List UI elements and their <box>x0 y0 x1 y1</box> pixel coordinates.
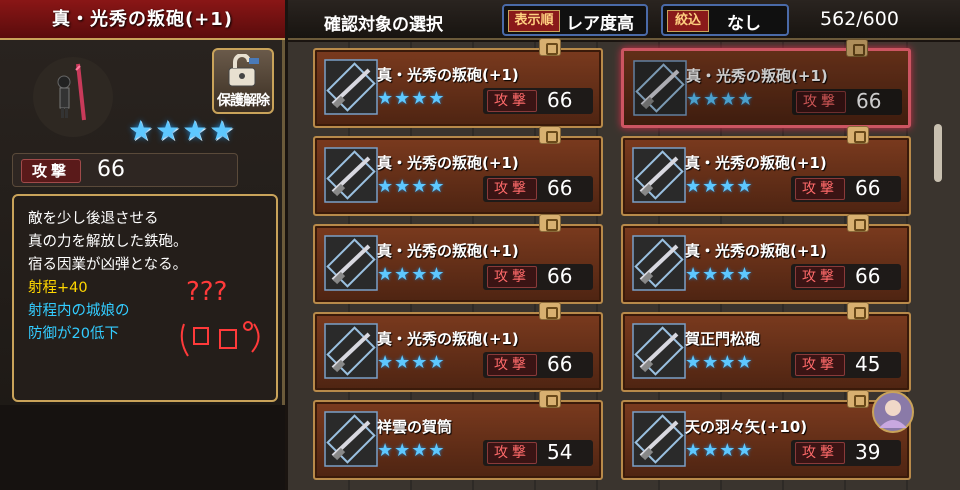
attack-value: 66 <box>547 264 573 288</box>
scribble-question-marks: ??? <box>186 277 227 307</box>
unlock-label: 保護解除 <box>217 93 270 109</box>
lock-icon <box>539 126 561 144</box>
lock-icon <box>847 126 869 144</box>
attack-value: 66 <box>855 176 881 200</box>
attack-value: 66 <box>547 352 573 376</box>
weapon-icon <box>324 235 378 291</box>
weapon-icon <box>633 60 687 116</box>
weapon-icon <box>632 235 686 291</box>
weapon-card[interactable]: 天の羽々矢(+10) ★★★★ 攻撃 39 <box>621 390 914 480</box>
weapon-name: 真・光秀の叛砲(+1) <box>685 242 827 260</box>
weapon-name: 真・光秀の叛砲(+1) <box>377 66 519 84</box>
weapon-name: 天の羽々矢(+10) <box>685 418 808 436</box>
sort-value: レア度高 <box>566 14 634 34</box>
item-count: 562/600 <box>820 8 899 30</box>
lock-icon <box>539 38 561 56</box>
weapon-portrait <box>18 52 128 142</box>
sort-order-button[interactable]: 表示順 レア度高 <box>502 4 648 36</box>
attack-label: 攻撃 <box>795 354 845 376</box>
attack-label: 攻撃 <box>487 178 537 200</box>
weapon-icon <box>324 411 378 467</box>
attack-value: 66 <box>97 157 125 182</box>
weapon-card[interactable]: 祥雲の賀筒 ★★★★ 攻撃 54 <box>313 390 603 480</box>
attack-label: 攻撃 <box>487 266 537 288</box>
lock-icon <box>539 390 561 408</box>
desc-line: 敵を少し後退させる <box>28 211 159 227</box>
attack-value: 66 <box>855 264 881 288</box>
rarity-stars: ★★★★ <box>128 114 237 147</box>
weapon-card[interactable]: 真・光秀の叛砲(+1) ★★★★ 攻撃 66 <box>313 302 603 392</box>
weapon-icon <box>324 323 378 379</box>
weapon-name: 賀正門松砲 <box>685 330 761 348</box>
weapon-name: 真・光秀の叛砲(+1) <box>377 242 519 260</box>
attack-value: 54 <box>547 440 573 464</box>
attack-label: 攻撃 <box>487 354 537 376</box>
attack-label: 攻撃 <box>795 178 845 200</box>
weapon-card[interactable]: 真・光秀の叛砲(+1) ★★★★ 攻撃 66 <box>621 39 911 128</box>
weapon-stars: ★★★★ <box>685 176 754 197</box>
weapon-icon <box>632 323 686 379</box>
attack-label: 攻撃 <box>795 266 845 288</box>
attack-label: 攻撃 <box>796 91 846 113</box>
lock-icon <box>847 390 869 408</box>
weapon-name: 真・光秀の叛砲(+1) <box>377 330 519 348</box>
weapon-stars: ★★★★ <box>377 352 446 373</box>
weapon-stars: ★★★★ <box>377 176 446 197</box>
lock-icon <box>539 302 561 320</box>
unlock-icon <box>228 54 259 87</box>
weapon-icon <box>324 147 378 203</box>
selection-header: 確認対象の選択 表示順 レア度高 絞込 なし 562/600 <box>288 0 960 40</box>
attack-label: 攻撃 <box>795 442 845 464</box>
filter-button[interactable]: 絞込 なし <box>661 4 789 36</box>
lock-icon <box>847 214 869 232</box>
attack-value: 45 <box>855 352 881 376</box>
weapon-icon <box>632 147 686 203</box>
weapon-stars: ★★★★ <box>377 264 446 285</box>
lock-icon <box>539 214 561 232</box>
lock-icon <box>847 302 869 320</box>
weapon-card[interactable]: 真・光秀の叛砲(+1) ★★★★ 攻撃 66 <box>621 126 911 216</box>
weapon-card[interactable]: 真・光秀の叛砲(+1) ★★★★ 攻撃 66 <box>313 38 603 128</box>
header-title: 確認対象の選択 <box>324 15 443 35</box>
weapon-name: 真・光秀の叛砲(+1) <box>685 154 827 172</box>
weapon-card[interactable]: 賀正門松砲 ★★★★ 攻撃 45 <box>621 302 911 392</box>
panel-footer <box>0 405 285 490</box>
weapon-stars: ★★★★ <box>377 88 446 109</box>
filter-value: なし <box>727 14 761 34</box>
attack-label: 攻撃 <box>487 442 537 464</box>
weapon-name: 祥雲の賀筒 <box>377 418 453 436</box>
weapon-card[interactable]: 真・光秀の叛砲(+1) ★★★★ 攻撃 66 <box>313 214 603 304</box>
weapon-name: 真・光秀の叛砲(+1) <box>377 154 519 172</box>
weapon-stars: ★★★★ <box>685 352 754 373</box>
lock-icon <box>846 39 868 57</box>
weapon-stars: ★★★★ <box>685 264 754 285</box>
attack-label: 攻撃 <box>21 159 81 183</box>
desc-line: 真の力を解放した鉄砲。 <box>28 234 188 250</box>
equipped-character-icon <box>872 391 914 433</box>
item-title: 真・光秀の叛砲(+1) <box>0 0 285 40</box>
attack-value: 66 <box>856 89 882 113</box>
item-detail-panel: 真・光秀の叛砲(+1) 保護解除 ★★★★ 攻撃 66 敵を少し後退させる 真の… <box>0 0 285 490</box>
filter-key-label: 絞込 <box>667 10 709 32</box>
attack-value: 66 <box>547 88 573 112</box>
weapon-stars: ★★★★ <box>377 440 446 461</box>
weapon-card[interactable]: 真・光秀の叛砲(+1) ★★★★ 攻撃 66 <box>621 214 911 304</box>
weapon-stars: ★★★★ <box>685 440 754 461</box>
weapon-name: 真・光秀の叛砲(+1) <box>686 67 828 85</box>
weapon-card[interactable]: 真・光秀の叛砲(+1) ★★★★ 攻撃 66 <box>313 126 603 216</box>
weapon-icon <box>632 411 686 467</box>
attack-value: 39 <box>855 440 881 464</box>
scrollbar-thumb[interactable] <box>934 124 942 182</box>
weapon-stars: ★★★★ <box>686 89 755 110</box>
attack-stat: 攻撃 66 <box>12 153 238 187</box>
weapon-icon <box>324 59 378 115</box>
attack-value: 66 <box>547 176 573 200</box>
attack-label: 攻撃 <box>487 90 537 112</box>
sort-key-label: 表示順 <box>508 10 560 32</box>
unlock-protection-button[interactable]: 保護解除 <box>212 48 274 114</box>
handwritten-scribble: ??? <box>180 277 260 357</box>
